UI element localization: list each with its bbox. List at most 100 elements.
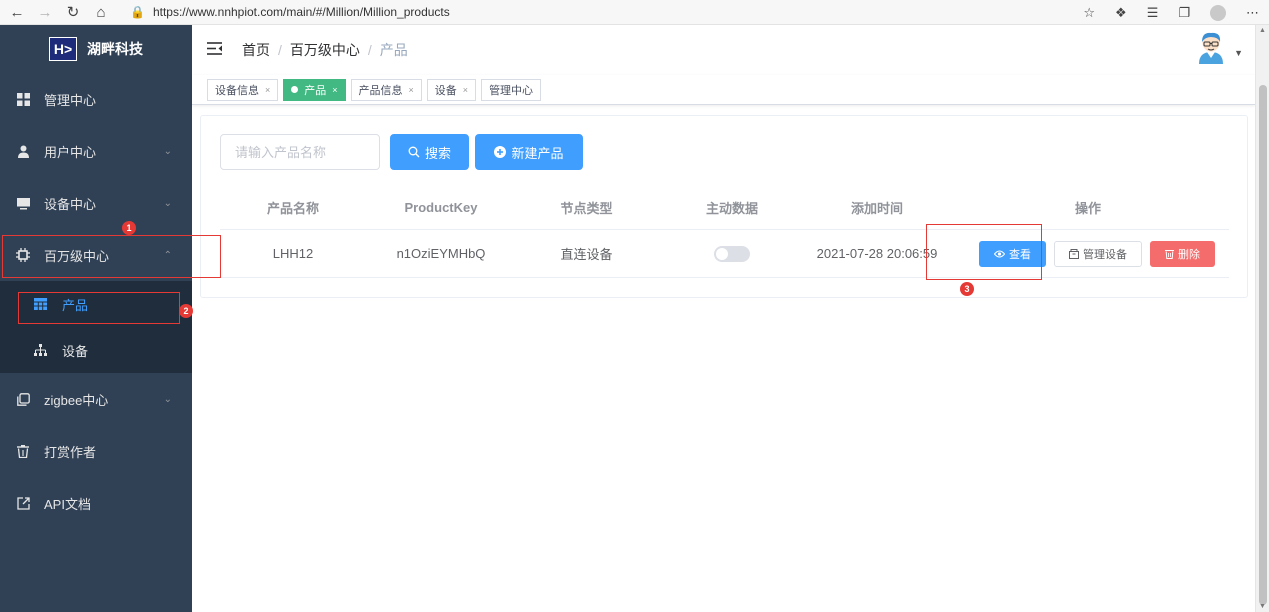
- sidebar-item-label: 打赏作者: [44, 444, 97, 460]
- column-header: 主动数据: [705, 201, 758, 216]
- products-panel: 搜索 新建产品 产品名称 ProductKey 节点类型 主动数据 添加时间 操…: [200, 115, 1248, 298]
- sidebar-item-users[interactable]: 用户中心 ⌄: [0, 125, 192, 177]
- manage-devices-button[interactable]: 管理设备: [1054, 240, 1142, 267]
- active-dot-icon: [291, 86, 299, 93]
- active-data-switch[interactable]: [714, 245, 750, 262]
- tag-label: 产品信息: [358, 84, 403, 97]
- close-icon[interactable]: ×: [265, 85, 270, 95]
- external-link-icon: [16, 496, 30, 510]
- annotation-box-1: [2, 235, 221, 278]
- plus-circle-icon: [494, 146, 507, 158]
- close-icon[interactable]: ×: [332, 85, 337, 95]
- sidebar-subitem-label: 设备: [62, 343, 89, 359]
- profile-icon[interactable]: [1210, 4, 1226, 21]
- more-icon[interactable]: ⋯: [1246, 5, 1259, 21]
- tag-label: 设备信息: [215, 84, 259, 97]
- breadcrumb: 首页 / 百万级中心 / 产品: [242, 40, 408, 60]
- product-key-cell: n1OziEYMHbQ: [396, 246, 486, 261]
- menu-toggle-icon[interactable]: [207, 41, 222, 59]
- tag-device-info[interactable]: 设备信息 ×: [207, 78, 279, 101]
- sidebar-item-management[interactable]: 管理中心: [0, 73, 192, 125]
- refresh-icon[interactable]: ↻: [62, 1, 84, 23]
- search-icon: [408, 146, 420, 158]
- favorite-icon[interactable]: ☆: [1083, 5, 1095, 21]
- home-icon[interactable]: ⌂: [90, 1, 112, 23]
- top-navbar: 首页 / 百万级中心 / 产品 ▼: [192, 25, 1255, 75]
- column-header: 操作: [1074, 201, 1101, 216]
- scroll-down-icon[interactable]: ▼: [1259, 603, 1266, 610]
- logo[interactable]: H> 湖畔科技: [0, 25, 192, 73]
- products-table: 产品名称 ProductKey 节点类型 主动数据 添加时间 操作 LHH12 …: [220, 186, 1229, 278]
- annotation-box-3: [926, 224, 1042, 280]
- scroll-thumb[interactable]: [1259, 85, 1267, 605]
- tag-products[interactable]: 产品 ×: [283, 78, 346, 101]
- node-type-cell: 直连设备: [560, 247, 613, 262]
- logo-text: 湖畔科技: [87, 41, 143, 57]
- tag-label: 管理中心: [489, 84, 534, 97]
- page-scrollbar[interactable]: ▲ ▼: [1255, 25, 1269, 612]
- sidebar-item-zigbee[interactable]: zigbee中心 ⌄: [0, 373, 192, 425]
- scroll-up-icon[interactable]: ▲: [1259, 27, 1266, 34]
- close-icon[interactable]: ×: [409, 85, 414, 95]
- search-button-label: 搜索: [424, 145, 451, 161]
- trash-icon: [16, 444, 30, 458]
- sitemap-icon: [34, 344, 48, 356]
- new-product-button[interactable]: 新建产品: [475, 134, 583, 170]
- product-name-cell: LHH12: [272, 246, 314, 261]
- caret-down-icon[interactable]: ▼: [1234, 48, 1243, 58]
- column-header: ProductKey: [404, 200, 478, 215]
- browser-toolbar: ← → ↻ ⌂ 🔒 https://www.nnhpiot.com/main/#…: [0, 0, 1269, 25]
- close-icon[interactable]: ×: [463, 85, 468, 95]
- box-icon: [1069, 248, 1079, 259]
- chevron-down-icon: ⌄: [163, 145, 172, 157]
- sidebar-item-donate[interactable]: 打赏作者: [0, 425, 192, 477]
- column-header: 节点类型: [560, 201, 613, 216]
- sidebar-item-api-docs[interactable]: API文档: [0, 477, 192, 529]
- delete-button[interactable]: 删除: [1150, 240, 1215, 267]
- breadcrumb-current: 产品: [379, 42, 408, 58]
- collections-icon[interactable]: ❐: [1178, 5, 1190, 21]
- product-name-search-input[interactable]: [220, 134, 380, 170]
- grid-icon: [16, 92, 30, 106]
- trash-icon: [1165, 249, 1174, 259]
- sidebar-item-devices[interactable]: 设备中心 ⌄: [0, 177, 192, 229]
- breadcrumb-home[interactable]: 首页: [242, 40, 270, 60]
- tag-management[interactable]: 管理中心: [481, 78, 542, 101]
- annotation-marker-2: 2: [179, 304, 193, 318]
- column-header: 添加时间: [850, 201, 903, 216]
- sidebar-item-label: 管理中心: [44, 92, 97, 108]
- annotation-box-2: [18, 292, 180, 324]
- breadcrumb-separator: /: [367, 42, 372, 58]
- sidebar-item-label: 设备中心: [44, 196, 97, 212]
- tag-product-info[interactable]: 产品信息 ×: [350, 78, 422, 101]
- favorites-list-icon[interactable]: ☰: [1147, 5, 1159, 21]
- copy-icon: [16, 392, 30, 406]
- tags-view: 设备信息 × 产品 × 产品信息 × 设备 × 管理中心: [192, 75, 1255, 105]
- column-header: 产品名称: [266, 201, 319, 216]
- back-icon[interactable]: ←: [6, 1, 28, 23]
- active-data-cell: [657, 245, 807, 262]
- sidebar-subitem-devices[interactable]: 设备: [0, 327, 192, 373]
- breadcrumb-separator: /: [278, 42, 282, 58]
- forward-icon[interactable]: →: [34, 1, 56, 23]
- breadcrumb-million[interactable]: 百万级中心: [290, 40, 360, 60]
- search-button[interactable]: 搜索: [390, 134, 469, 170]
- switch-knob: [716, 247, 728, 260]
- sidebar-item-label: API文档: [44, 496, 91, 512]
- avatar[interactable]: [1194, 30, 1228, 64]
- user-menu[interactable]: ▼: [1194, 30, 1243, 64]
- extensions-icon[interactable]: ❖: [1115, 5, 1127, 21]
- chevron-down-icon: ⌄: [163, 197, 172, 209]
- sidebar-item-label: zigbee中心: [44, 392, 109, 408]
- chevron-down-icon: ⌄: [163, 393, 172, 405]
- annotation-marker-1: 1: [122, 221, 136, 235]
- table-row: LHH12 n1OziEYMHbQ 直连设备 2021-07-28 20:06:…: [220, 230, 1229, 278]
- tag-devices[interactable]: 设备 ×: [426, 78, 477, 101]
- lock-icon: 🔒: [130, 5, 145, 19]
- new-product-button-label: 新建产品: [511, 145, 564, 161]
- monitor-icon: [16, 196, 30, 210]
- table-header: 产品名称 ProductKey 节点类型 主动数据 添加时间 操作: [220, 186, 1229, 230]
- address-bar[interactable]: https://www.nnhpiot.com/main/#/Million/M…: [153, 5, 450, 19]
- annotation-marker-3: 3: [960, 282, 974, 296]
- sidebar-item-label: 用户中心: [44, 144, 97, 160]
